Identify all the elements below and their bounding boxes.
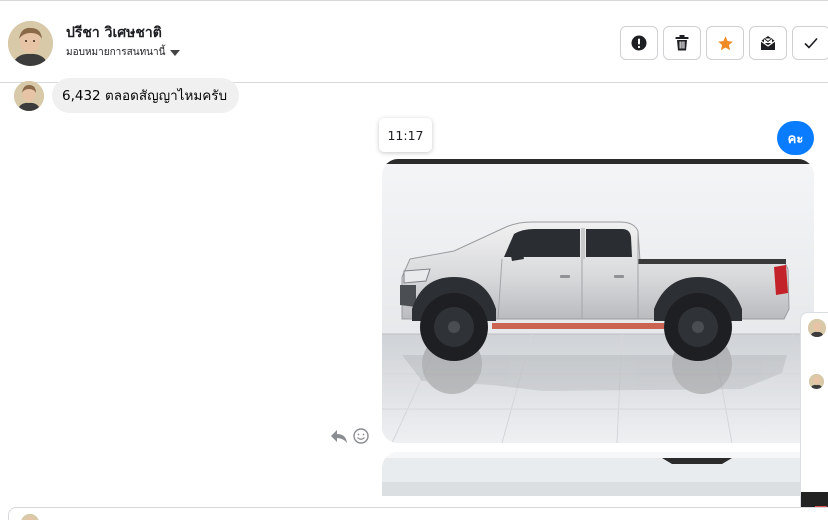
incoming-message-bubble[interactable]: 6,432 ตลอดสัญญาไหมครับ	[52, 78, 240, 113]
sender-avatar	[14, 80, 44, 111]
contact-avatar[interactable]	[8, 21, 53, 66]
envelope-icon	[760, 36, 776, 50]
star-button[interactable]	[706, 26, 744, 60]
message-actions	[330, 428, 369, 444]
check-icon	[804, 37, 818, 49]
conversation-toolbar	[620, 26, 828, 60]
incoming-message-row: 6,432 ตลอดสัญญาไหมครับ	[14, 78, 240, 113]
assign-conversation-dropdown[interactable]: มอบหมายการสนทนานี้	[66, 45, 181, 60]
delete-button[interactable]	[663, 26, 701, 60]
message-composer[interactable]	[8, 507, 828, 520]
conversation-header: ปรีชา วิเศษชาติ มอบหมายการสนทนานี้	[0, 0, 828, 83]
alert-button[interactable]	[620, 26, 658, 60]
composer-avatar	[21, 514, 39, 520]
outgoing-message-bubble[interactable]: คะ	[777, 121, 814, 155]
chat-heads-panel	[800, 312, 828, 520]
exclamation-circle-icon	[631, 35, 647, 51]
chat-head-avatar[interactable]	[808, 319, 826, 337]
image-attachment-second[interactable]	[382, 452, 814, 496]
star-icon	[717, 35, 733, 50]
mark-unread-button[interactable]	[749, 26, 787, 60]
caret-down-icon	[170, 50, 181, 56]
contact-name: ปรีชา วิเศษชาติ	[66, 25, 162, 41]
chat-head-avatar[interactable]	[809, 374, 824, 389]
inbox-conversation-view: ปรีชา วิเศษชาติ มอบหมายการสนทนานี้ 6,432…	[0, 0, 828, 520]
timestamp-tooltip: 11:17	[379, 118, 432, 152]
image-attachment-pickup-truck[interactable]	[382, 159, 814, 443]
reply-icon[interactable]	[330, 428, 348, 444]
assign-label: มอบหมายการสนทนานี้	[66, 47, 166, 58]
trash-icon	[675, 35, 689, 51]
done-button[interactable]	[792, 26, 828, 60]
emoji-reaction-icon[interactable]	[353, 428, 369, 444]
